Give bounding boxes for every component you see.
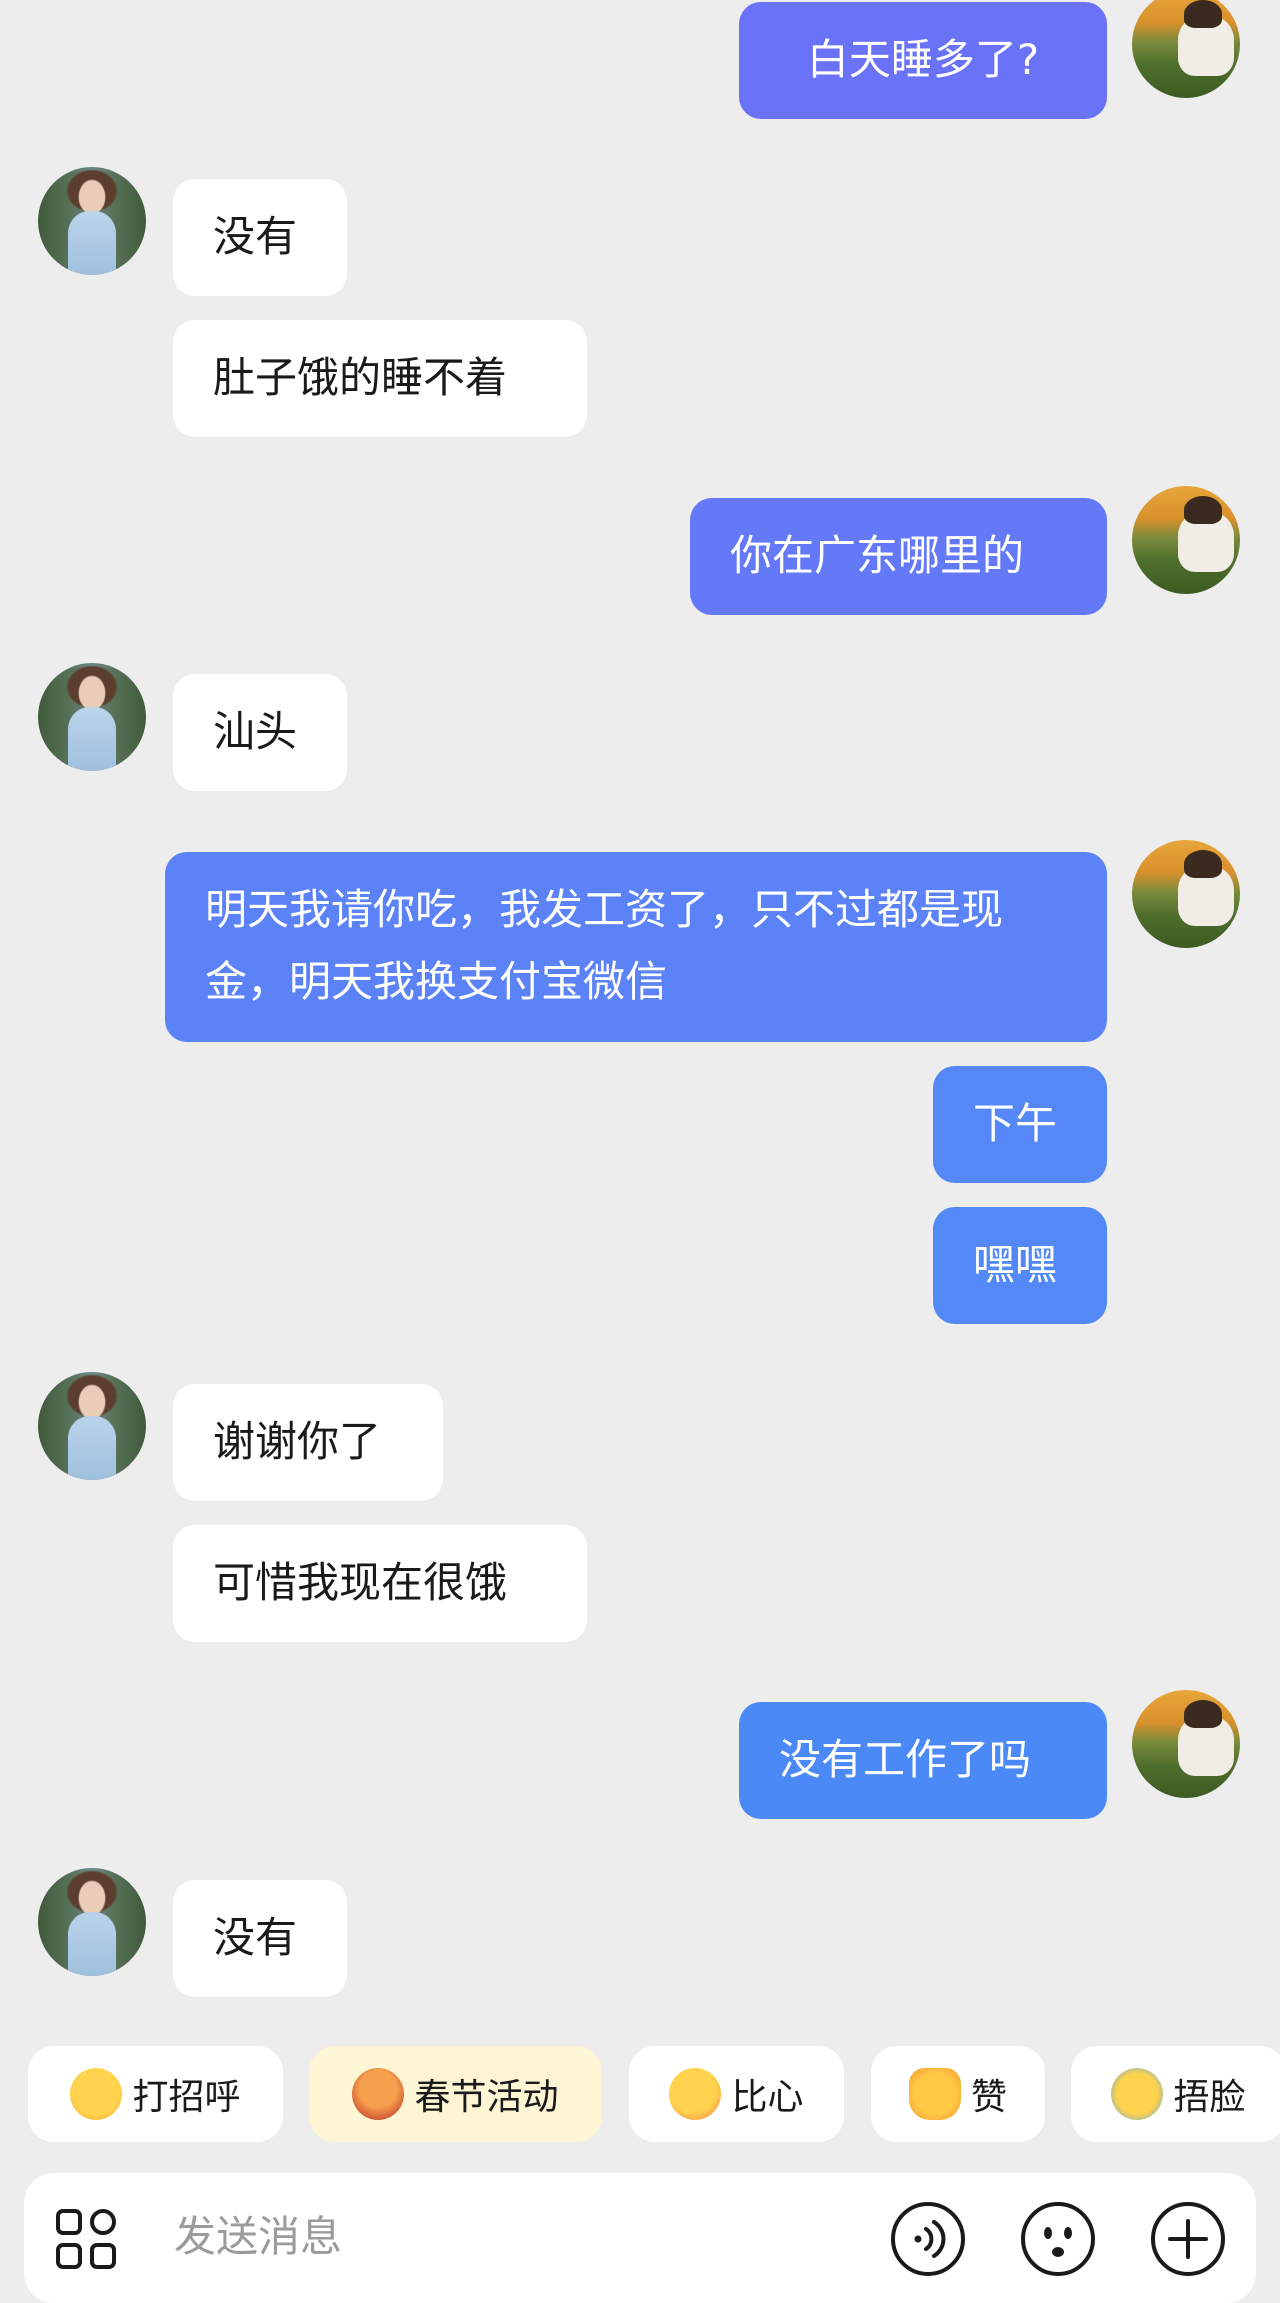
message-bubble-outgoing[interactable]: 白天睡多了?: [739, 2, 1107, 119]
emoji-face-icon[interactable]: [1020, 2201, 1096, 2277]
quick-reply-chip[interactable]: 打招呼: [28, 2046, 283, 2142]
quick-reply-chip[interactable]: 赞: [871, 2046, 1045, 2142]
my-avatar[interactable]: [1132, 486, 1240, 594]
message-row: 没有 肚子饿的睡不着: [0, 165, 1280, 445]
message-bubble-incoming[interactable]: 可惜我现在很饿: [173, 1525, 587, 1642]
message-row: 你在广东哪里的: [0, 485, 1280, 615]
message-bubble-incoming[interactable]: 谢谢你了: [173, 1384, 443, 1501]
quick-reply-label: 捂脸: [1173, 2077, 1246, 2118]
contact-avatar[interactable]: [38, 1372, 146, 1480]
chat-message-list[interactable]: 白天睡多了? 没有 肚子饿的睡不着 你在广东哪里的 汕头 明天我请你吃，我发工资…: [0, 0, 1280, 2035]
tiger-mascot-icon: [352, 2068, 405, 2120]
message-bubble-incoming[interactable]: 肚子饿的睡不着: [173, 320, 587, 437]
quick-reply-chip[interactable]: 春节活动: [309, 2046, 602, 2142]
add-plus-icon[interactable]: [1150, 2201, 1226, 2277]
message-row: 汕头: [0, 660, 1280, 800]
my-avatar[interactable]: [1132, 1690, 1240, 1798]
quick-reply-bar: 打招呼 春节活动 比心 赞 捂脸: [0, 2046, 1280, 2142]
message-input-bar: 发送消息: [24, 2173, 1256, 2303]
contact-avatar[interactable]: [38, 1868, 146, 1976]
voice-icon[interactable]: [890, 2201, 966, 2277]
my-avatar[interactable]: [1132, 0, 1240, 98]
contact-avatar[interactable]: [38, 167, 146, 275]
message-row: 白天睡多了?: [0, 0, 1280, 120]
apps-grid-icon[interactable]: [54, 2207, 118, 2271]
quick-reply-label: 春节活动: [414, 2077, 559, 2118]
message-bubble-outgoing[interactable]: 没有工作了吗: [739, 1702, 1107, 1819]
message-bubble-outgoing[interactable]: 嘿嘿: [933, 1207, 1107, 1324]
message-bubble-incoming[interactable]: 没有: [173, 179, 347, 296]
message-row: 没有工作了吗: [0, 1689, 1280, 1819]
quick-reply-chip[interactable]: 比心: [629, 2046, 844, 2142]
finger-heart-emoji-icon: [669, 2068, 722, 2120]
message-row: 谢谢你了 可惜我现在很饿: [0, 1370, 1280, 1650]
my-avatar[interactable]: [1132, 840, 1240, 948]
thumbs-up-emoji-icon: [908, 2068, 961, 2120]
contact-avatar[interactable]: [38, 663, 146, 771]
message-bubble-outgoing[interactable]: 你在广东哪里的: [690, 498, 1107, 615]
message-input[interactable]: 发送消息: [174, 2201, 342, 2273]
message-bubble-incoming[interactable]: 没有: [173, 1880, 347, 1997]
message-bubble-incoming[interactable]: 汕头: [173, 674, 347, 791]
message-row: 明天我请你吃，我发工资了，只不过都是现金，明天我换支付宝微信 下午 嘿嘿: [0, 838, 1280, 1328]
quick-reply-label: 赞: [970, 2077, 1007, 2118]
quick-reply-chip[interactable]: 捂脸: [1071, 2046, 1280, 2142]
message-row: 没有: [0, 1866, 1280, 2006]
facepalm-emoji-icon: [1111, 2068, 1164, 2120]
message-bubble-outgoing[interactable]: 下午: [933, 1066, 1107, 1183]
wave-emoji-icon: [70, 2068, 123, 2120]
message-bubble-outgoing[interactable]: 明天我请你吃，我发工资了，只不过都是现金，明天我换支付宝微信: [165, 852, 1107, 1042]
quick-reply-label: 打招呼: [132, 2077, 241, 2118]
quick-reply-label: 比心: [731, 2077, 804, 2118]
